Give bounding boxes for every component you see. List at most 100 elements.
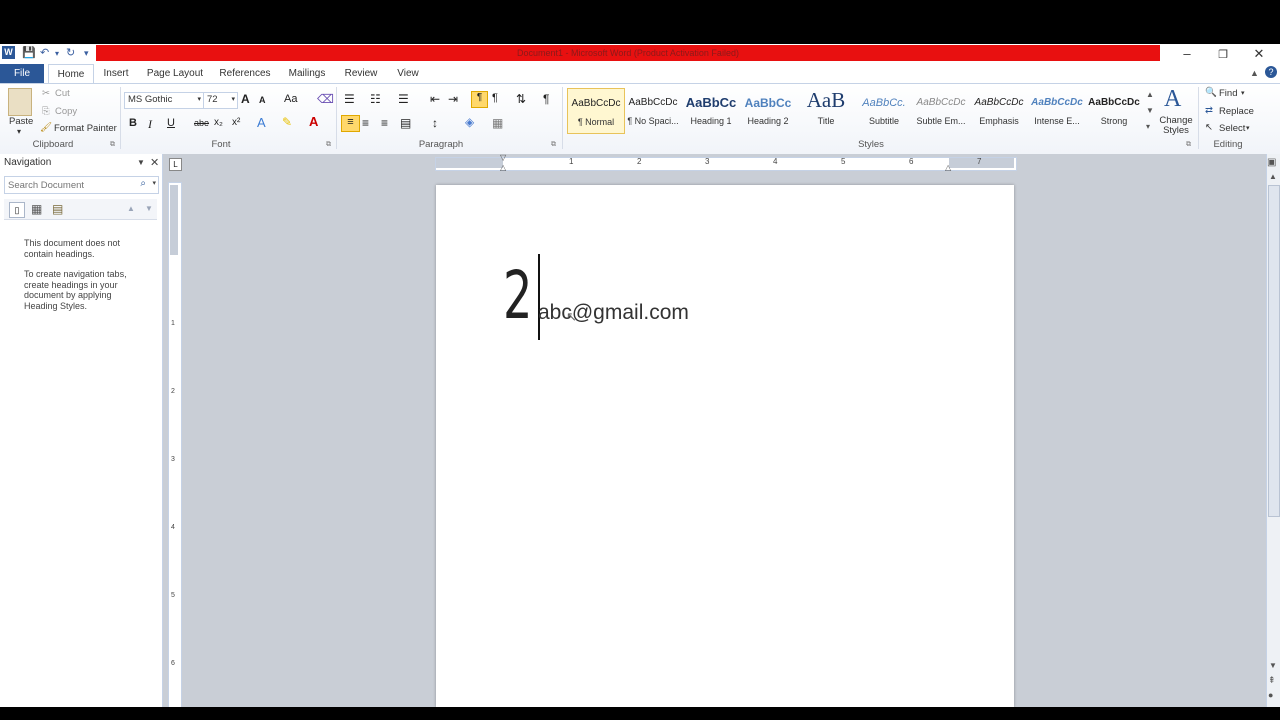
ltr-direction-icon[interactable]: ¶: [471, 91, 488, 108]
italic-button[interactable]: I: [148, 117, 152, 132]
shading-icon[interactable]: ◈: [465, 115, 474, 129]
copy-icon[interactable]: ⎘: [42, 106, 50, 117]
copy-button[interactable]: Copy: [55, 106, 77, 117]
tab-home[interactable]: Home: [48, 64, 94, 84]
format-painter-icon[interactable]: 🖌: [40, 122, 52, 133]
select-button[interactable]: Select: [1219, 123, 1245, 134]
cut-icon[interactable]: ✂: [42, 88, 50, 99]
minimize-button[interactable]: –: [1172, 46, 1202, 61]
underline-button[interactable]: U: [167, 117, 175, 129]
select-dropdown-icon[interactable]: ▾: [1246, 124, 1250, 132]
undo-icon[interactable]: ↶: [40, 46, 49, 59]
nav-close-icon[interactable]: ✕: [150, 156, 159, 169]
style-title[interactable]: AaB Title: [798, 88, 854, 132]
minimize-ribbon-icon[interactable]: ▲: [1250, 68, 1259, 78]
format-painter-button[interactable]: Format Painter: [54, 123, 117, 134]
tab-page-layout[interactable]: Page Layout: [144, 64, 206, 83]
paste-dropdown-icon[interactable]: ▾: [17, 127, 21, 136]
tab-insert[interactable]: Insert: [98, 64, 134, 83]
style-subtle-emphasis[interactable]: AaBbCcDc Subtle Em...: [913, 88, 969, 132]
highlight-icon[interactable]: ✎: [282, 115, 292, 129]
ruler-toggle-icon[interactable]: ▣: [1267, 157, 1276, 168]
hanging-indent-marker[interactable]: △: [500, 163, 506, 172]
change-styles-button[interactable]: Change Styles: [1158, 116, 1194, 136]
align-right-icon[interactable]: ≡: [381, 116, 388, 130]
grow-font-button[interactable]: A: [241, 92, 250, 106]
save-icon[interactable]: 💾: [22, 46, 36, 59]
style-subtitle[interactable]: AaBbCc. Subtitle: [856, 88, 912, 132]
tab-view[interactable]: View: [392, 64, 424, 83]
style-no-spacing[interactable]: AaBbCcDc ¶ No Spaci...: [625, 88, 681, 132]
nav-options-icon[interactable]: ▼: [137, 158, 145, 167]
cut-button[interactable]: Cut: [55, 88, 70, 99]
styles-scroll-down-icon[interactable]: ▼: [1146, 106, 1154, 115]
paste-button[interactable]: Paste: [9, 116, 33, 127]
style-strong[interactable]: AaBbCcDc Strong: [1086, 88, 1142, 132]
browse-results-icon[interactable]: ▤: [52, 202, 63, 216]
show-formatting-button[interactable]: ¶: [543, 92, 549, 106]
redo-icon[interactable]: ↻: [66, 46, 75, 59]
shrink-font-button[interactable]: A: [259, 95, 266, 105]
style-heading-2[interactable]: AaBbCc Heading 2: [740, 88, 796, 132]
bold-button[interactable]: B: [129, 117, 137, 129]
scroll-up-icon[interactable]: ▲: [1269, 172, 1277, 181]
increase-indent-icon[interactable]: ⇥: [448, 92, 458, 106]
customize-qat-icon[interactable]: ▾: [84, 48, 89, 59]
tab-file[interactable]: File: [0, 64, 44, 83]
font-size-box[interactable]: 72 ▾: [203, 92, 238, 109]
paste-icon[interactable]: [8, 88, 32, 116]
style-intense-emphasis[interactable]: AaBbCcDc Intense E...: [1029, 88, 1085, 132]
strikethrough-button[interactable]: abe: [194, 118, 209, 128]
font-color-icon[interactable]: A: [309, 114, 318, 129]
styles-launcher-icon[interactable]: ⧉: [1186, 141, 1191, 149]
scroll-down-icon[interactable]: ▼: [1269, 661, 1277, 670]
font-name-box[interactable]: MS Gothic ▾: [124, 92, 204, 109]
font-launcher-icon[interactable]: ⧉: [326, 141, 331, 149]
clear-formatting-icon[interactable]: ⌫: [317, 92, 334, 106]
help-icon[interactable]: ?: [1265, 66, 1277, 78]
nav-search-box[interactable]: ⌕ ▾: [4, 176, 159, 194]
style-normal[interactable]: AaBbCcDc ¶ Normal: [567, 88, 625, 134]
right-indent-marker[interactable]: △: [945, 163, 951, 172]
select-icon[interactable]: ↖: [1205, 122, 1213, 133]
select-browse-object-icon[interactable]: ●: [1268, 690, 1273, 700]
decrease-indent-icon[interactable]: ⇤: [430, 92, 440, 106]
document-large-character[interactable]: 2: [503, 256, 532, 336]
browse-pages-icon[interactable]: ▦: [31, 202, 42, 216]
close-button[interactable]: ✕: [1244, 46, 1274, 62]
change-case-button[interactable]: Aa: [284, 93, 297, 105]
find-button[interactable]: Find: [1219, 88, 1237, 99]
find-icon[interactable]: 🔍: [1205, 87, 1217, 98]
change-styles-icon[interactable]: A: [1164, 86, 1181, 113]
justify-icon[interactable]: ▤: [400, 116, 411, 130]
styles-more-icon[interactable]: ▾: [1146, 122, 1150, 131]
tab-selector-icon[interactable]: L: [169, 158, 182, 171]
align-center-icon[interactable]: ≡: [362, 116, 369, 130]
find-dropdown-icon[interactable]: ▾: [1241, 89, 1245, 97]
search-icon[interactable]: ⌕: [140, 178, 146, 189]
clipboard-launcher-icon[interactable]: ⧉: [110, 141, 115, 149]
style-heading-1[interactable]: AaBbCc Heading 1: [683, 88, 739, 132]
multilevel-list-icon[interactable]: ☰: [398, 92, 409, 106]
subscript-button[interactable]: x₂: [214, 117, 223, 128]
bullets-icon[interactable]: ☰: [344, 92, 355, 106]
browse-headings-icon[interactable]: ▯: [9, 202, 25, 218]
styles-scroll-up-icon[interactable]: ▲: [1146, 90, 1154, 99]
font-size-dropdown-icon[interactable]: ▾: [231, 95, 235, 103]
numbering-icon[interactable]: ☷: [370, 92, 381, 106]
restore-button[interactable]: ❐: [1208, 48, 1238, 61]
scroll-thumb[interactable]: [1268, 185, 1280, 517]
rtl-direction-icon[interactable]: ¶: [492, 92, 498, 104]
search-document-input[interactable]: [5, 177, 131, 193]
nav-next-icon[interactable]: ▼: [145, 204, 153, 213]
sort-icon[interactable]: ⇅: [516, 92, 526, 106]
text-effects-icon[interactable]: A: [257, 115, 266, 130]
borders-icon[interactable]: ▦: [492, 116, 503, 130]
replace-icon[interactable]: ⇄: [1205, 105, 1213, 116]
tab-references[interactable]: References: [216, 64, 274, 83]
superscript-button[interactable]: x²: [232, 117, 240, 128]
nav-previous-icon[interactable]: ▲: [127, 204, 135, 213]
first-line-indent-marker[interactable]: ▽: [500, 153, 506, 162]
tab-mailings[interactable]: Mailings: [284, 64, 330, 83]
undo-dropdown-icon[interactable]: ▾: [55, 49, 59, 58]
